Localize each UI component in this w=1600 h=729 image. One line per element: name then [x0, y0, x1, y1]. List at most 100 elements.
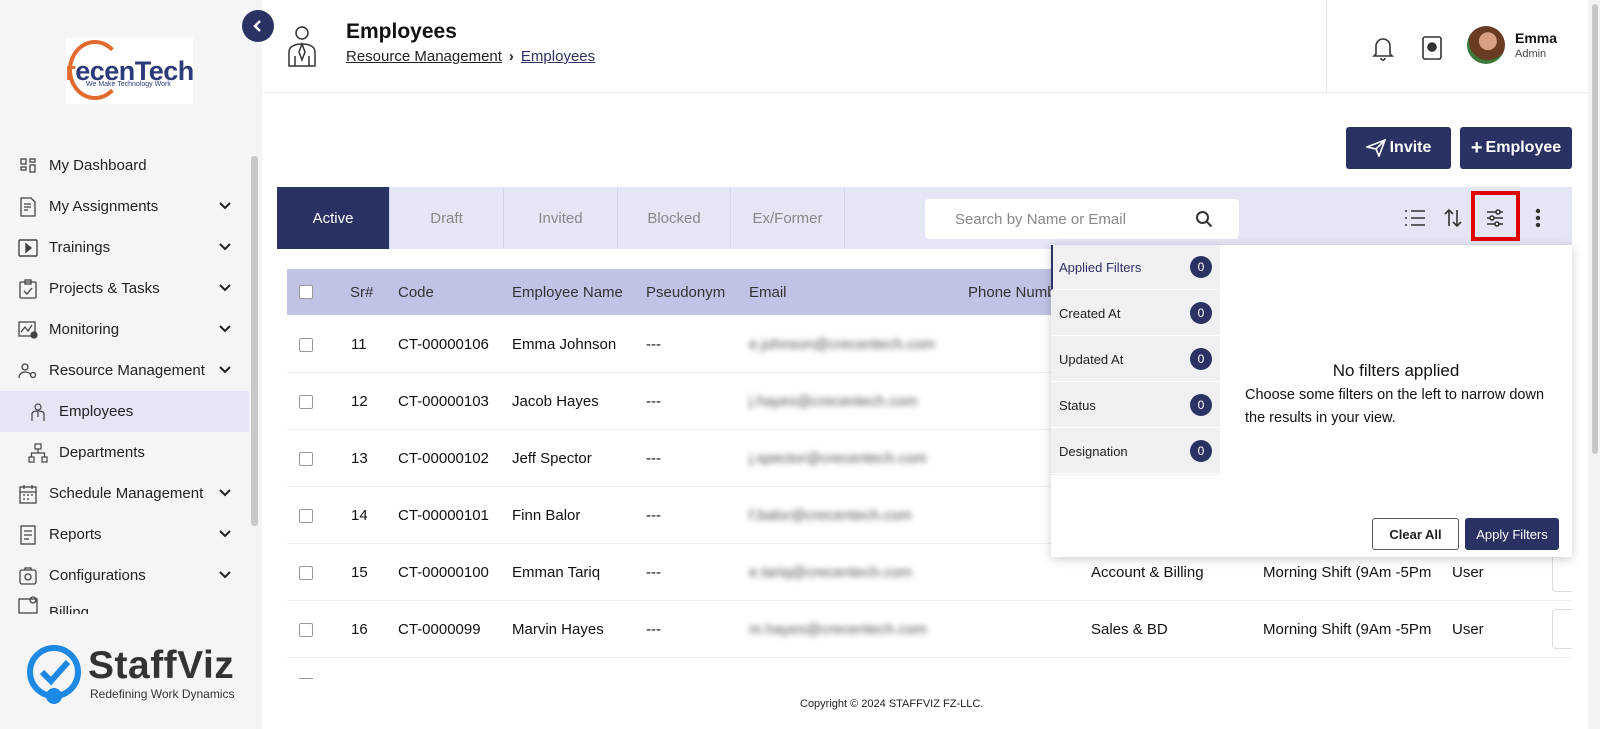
filter-status[interactable]: Status 0 [1051, 383, 1220, 428]
row-name: Marvin Hayes [512, 621, 604, 638]
column-email[interactable]: Email [749, 269, 787, 315]
search-icon[interactable] [1195, 210, 1213, 228]
filter-count-badge: 0 [1190, 256, 1212, 278]
sidebar-scrollbar[interactable] [251, 156, 258, 526]
chevron-down-icon[interactable] [217, 526, 233, 542]
sidebar-item-my-dashboard[interactable]: My Dashboard [0, 145, 249, 186]
logo-ring [68, 40, 122, 100]
sidebar-item-reports[interactable]: Reports [0, 514, 249, 555]
row-checkbox[interactable] [299, 394, 313, 409]
breadcrumb-resource-management[interactable]: Resource Management [346, 48, 502, 65]
sidebar-item-label: My Dashboard [49, 157, 147, 174]
table-row[interactable]: 16 CT-0000099 Marvin Hayes --- m.hayes@c… [287, 601, 1572, 658]
staffviz-tagline: Redefining Work Dynamics [90, 687, 235, 701]
filter-categories: Applied Filters 0 Created At 0 Updated A… [1051, 245, 1220, 475]
row-sr: 12 [351, 393, 368, 410]
clipboard-icon [18, 278, 38, 299]
column-code[interactable]: Code [398, 269, 434, 315]
row-code: CT-00000106 [398, 336, 489, 353]
sidebar-item-departments[interactable]: Departments [0, 432, 249, 473]
filter-label: Created At [1059, 305, 1121, 321]
column-phone-number[interactable]: Phone Numb [968, 269, 1056, 315]
staffviz-logo: StaffViz Redefining Work Dynamics [24, 644, 235, 709]
chevron-down-icon[interactable] [217, 362, 233, 378]
filter-highlight-box [1471, 191, 1520, 241]
handbook-icon[interactable] [1420, 35, 1444, 61]
sidebar-item-label: Employees [59, 403, 134, 420]
sidebar-item-schedule-management[interactable]: Schedule Management [0, 473, 249, 514]
row-code: CT-00000101 [398, 507, 489, 524]
row-checkbox[interactable] [299, 622, 313, 637]
tab-blocked[interactable]: Blocked [618, 187, 731, 249]
chevron-down-icon[interactable] [217, 198, 233, 214]
sidebar-item-configurations[interactable]: Configurations [0, 555, 249, 596]
invite-button[interactable]: Invite [1346, 127, 1451, 169]
filter-created-at[interactable]: Created At 0 [1051, 291, 1220, 336]
breadcrumb-employees[interactable]: Employees [521, 48, 595, 65]
chevron-down-icon[interactable] [217, 485, 233, 501]
select-all-checkbox[interactable] [299, 285, 313, 299]
row-email: e.johnson@crecentech.com [749, 336, 936, 353]
filter-designation[interactable]: Designation 0 [1051, 429, 1220, 474]
row-sr: 16 [351, 621, 368, 638]
play-icon [18, 238, 38, 258]
row-action-button[interactable] [1552, 609, 1572, 649]
avatar[interactable] [1467, 26, 1505, 64]
row-email: e.tariq@crecentech.com [749, 564, 912, 581]
chevron-down-icon[interactable] [217, 321, 233, 337]
search-input[interactable] [925, 210, 1195, 228]
row-checkbox[interactable] [299, 451, 313, 466]
list-view-icon[interactable] [1402, 205, 1428, 231]
filter-updated-at[interactable]: Updated At 0 [1051, 337, 1220, 382]
breadcrumb: Resource Management › Employees [346, 48, 595, 65]
row-code: CT-00000103 [398, 393, 489, 410]
row-checkbox[interactable] [299, 508, 313, 523]
header-divider [1326, 0, 1327, 93]
column-employee-name[interactable]: Employee Name [512, 269, 623, 315]
notification-bell-icon[interactable] [1371, 35, 1395, 61]
tab-active[interactable]: Active [277, 187, 390, 249]
sidebar-collapse-button[interactable] [242, 10, 274, 42]
page-title: Employees [346, 20, 457, 43]
clear-all-button[interactable]: Clear All [1372, 518, 1459, 550]
tab-ex-former[interactable]: Ex/Former [731, 187, 845, 249]
sort-icon[interactable] [1440, 205, 1466, 231]
filter-count-badge: 0 [1190, 302, 1212, 324]
chevron-down-icon[interactable] [217, 239, 233, 255]
column-pseudonym[interactable]: Pseudonym [646, 269, 725, 315]
staffviz-logo-mark [27, 645, 81, 704]
filter-applied-filters[interactable]: Applied Filters 0 [1051, 245, 1220, 290]
apply-filters-button[interactable]: Apply Filters [1465, 518, 1559, 550]
sidebar-item-employees[interactable]: Employees [0, 391, 249, 432]
copyright-text: Copyright © 2024 STAFFVIZ FZ-LLC. [800, 698, 984, 710]
row-checkbox[interactable] [299, 337, 313, 352]
more-options-icon[interactable] [1525, 205, 1551, 231]
add-employee-label: Employee [1485, 139, 1562, 156]
row-pseudonym: --- [646, 450, 661, 467]
row-checkbox-partial[interactable] [299, 678, 313, 681]
sidebar-item-my-assignments[interactable]: My Assignments [0, 186, 249, 227]
sidebar-item-projects-tasks[interactable]: Projects & Tasks [0, 268, 249, 309]
monitoring-icon [18, 320, 38, 340]
sidebar-item-label: Reports [49, 526, 102, 543]
sidebar-item-monitoring[interactable]: Monitoring [0, 309, 249, 350]
sidebar-item-billing[interactable]: Billing [0, 596, 249, 614]
org-chart-icon [28, 442, 48, 463]
sidebar-item-label: Projects & Tasks [49, 280, 160, 297]
filter-count-badge: 0 [1190, 394, 1212, 416]
row-checkbox[interactable] [299, 565, 313, 580]
tab-invited[interactable]: Invited [504, 187, 618, 249]
row-action-button[interactable] [1552, 552, 1572, 592]
row-sr: 14 [351, 507, 368, 524]
tab-draft[interactable]: Draft [390, 187, 504, 249]
add-employee-button[interactable]: + Employee [1460, 127, 1572, 169]
chevron-down-icon[interactable] [217, 567, 233, 583]
sidebar-item-trainings[interactable]: Trainings [0, 227, 249, 268]
sidebar-nav: My Dashboard My Assignments Trainings Pr… [0, 145, 249, 614]
column-sr[interactable]: Sr# [350, 269, 373, 315]
filter-count-badge: 0 [1190, 440, 1212, 462]
chevron-down-icon[interactable] [217, 280, 233, 296]
page-scrollbar[interactable] [1592, 4, 1598, 454]
sidebar-item-resource-management[interactable]: Resource Management [0, 350, 249, 391]
row-email: j.spector@crecentech.com [749, 450, 927, 467]
